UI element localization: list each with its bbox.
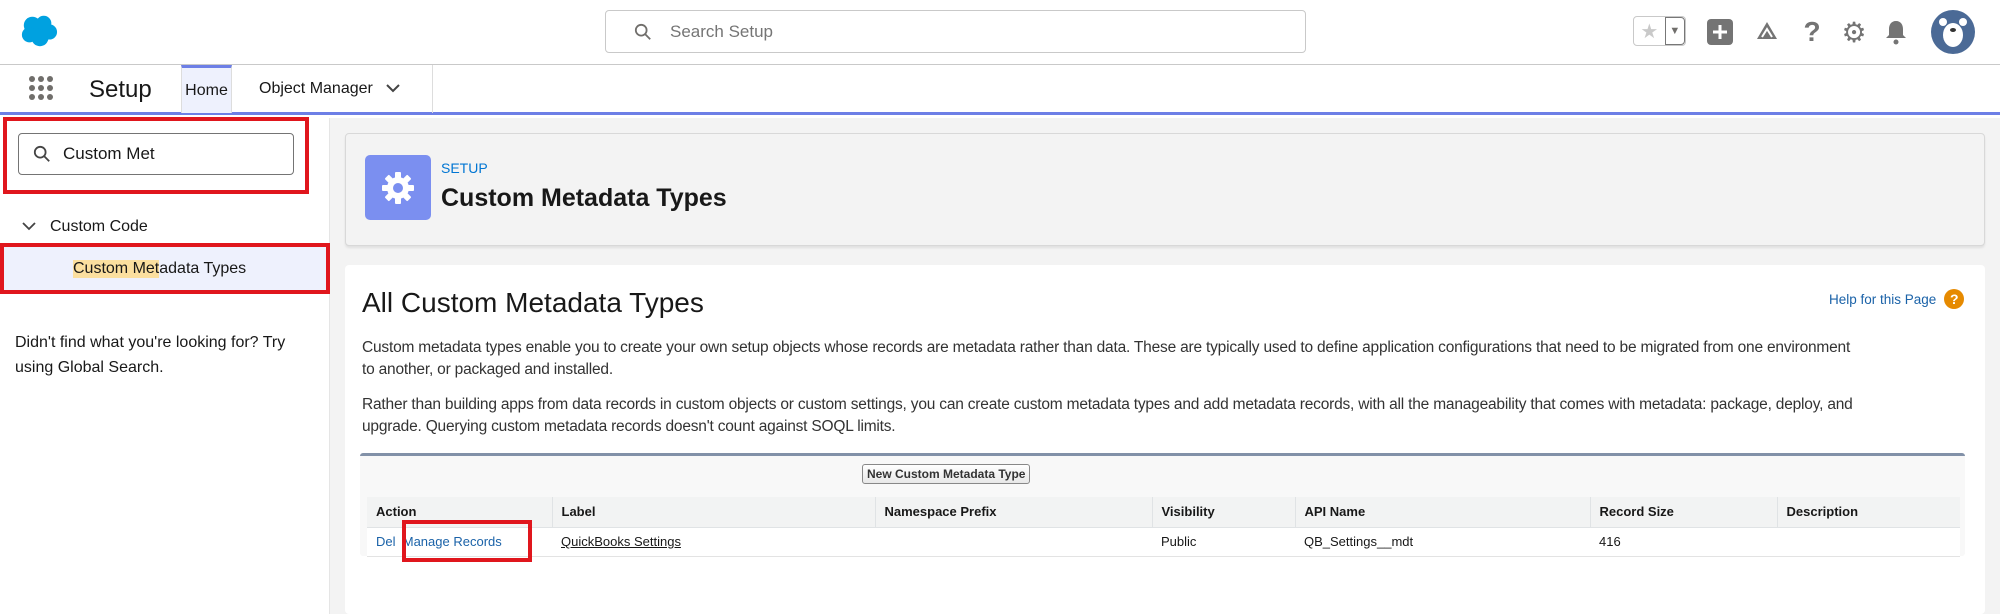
annotation-highlight-box bbox=[3, 117, 309, 194]
global-search-input[interactable] bbox=[670, 21, 1270, 42]
custom-metadata-table: Action Label Namespace Prefix Visibility… bbox=[367, 497, 1960, 557]
new-custom-metadata-type-button[interactable]: New Custom Metadata Type bbox=[862, 464, 1031, 484]
search-icon bbox=[634, 23, 651, 40]
tree-group-custom-code[interactable]: Custom Code bbox=[22, 218, 148, 236]
record-size-cell: 416 bbox=[1590, 527, 1777, 557]
tab-home[interactable]: Home bbox=[181, 65, 232, 113]
not-found-message: Didn't find what you're looking for? Try… bbox=[15, 334, 286, 376]
help-icon[interactable]: ? bbox=[1798, 16, 1826, 47]
tab-object-manager[interactable]: Object Manager bbox=[233, 65, 433, 113]
setup-gear-icon[interactable]: ⚙ bbox=[1840, 17, 1868, 48]
add-icon[interactable] bbox=[1706, 18, 1734, 46]
setup-gear-icon bbox=[365, 155, 431, 220]
column-header[interactable]: Label bbox=[551, 497, 875, 528]
namespace-cell bbox=[875, 527, 1152, 557]
column-header[interactable]: Description bbox=[1776, 497, 1960, 528]
favorites-dropdown-icon[interactable]: ▼ bbox=[1664, 17, 1685, 45]
column-header[interactable]: API Name bbox=[1294, 497, 1590, 528]
user-avatar[interactable] bbox=[1931, 10, 1975, 54]
description-line: Custom metadata types enable you to crea… bbox=[362, 339, 1851, 356]
column-header[interactable]: Namespace Prefix bbox=[874, 497, 1152, 528]
description-line: upgrade. Querying custom metadata record… bbox=[362, 418, 896, 435]
metadata-type-link[interactable]: QuickBooks Settings bbox=[561, 534, 681, 549]
star-icon[interactable]: ★ bbox=[1634, 17, 1665, 45]
app-launcher-icon[interactable] bbox=[29, 76, 53, 100]
global-search[interactable] bbox=[605, 10, 1306, 53]
tab-label: Object Manager bbox=[259, 80, 373, 97]
table-row: Del Manage Records QuickBooks Settings P… bbox=[367, 527, 1960, 557]
tree-group-label: Custom Code bbox=[50, 218, 148, 235]
column-header[interactable]: Visibility bbox=[1151, 497, 1295, 528]
trailhead-icon[interactable] bbox=[1753, 18, 1781, 46]
description-line: Rather than building apps from data reco… bbox=[362, 396, 1853, 413]
page-title: Custom Metadata Types bbox=[441, 184, 727, 212]
chevron-down-icon[interactable] bbox=[385, 80, 401, 98]
page-eyebrow: SETUP bbox=[441, 160, 488, 176]
app-name: Setup bbox=[89, 76, 152, 103]
column-header[interactable]: Record Size bbox=[1589, 497, 1777, 528]
section-title: All Custom Metadata Types bbox=[362, 287, 704, 318]
chevron-down-icon[interactable] bbox=[22, 218, 36, 236]
delete-link[interactable]: Del bbox=[376, 534, 396, 549]
salesforce-logo[interactable] bbox=[20, 12, 58, 50]
annotation-highlight-box bbox=[402, 520, 532, 562]
help-link[interactable]: Help for this Page? bbox=[1829, 289, 1965, 309]
help-icon: ? bbox=[1944, 289, 1965, 309]
label-cell: QuickBooks Settings bbox=[552, 527, 875, 557]
description-line: to another, or packaged and installed. bbox=[362, 361, 613, 378]
annotation-highlight-box bbox=[0, 243, 330, 294]
description-cell bbox=[1777, 527, 1960, 557]
favorites-button[interactable]: ★ ▼ bbox=[1633, 16, 1686, 46]
notification-bell-icon[interactable] bbox=[1882, 18, 1910, 46]
api-name-cell: QB_Settings__mdt bbox=[1295, 527, 1590, 557]
help-link-label: Help for this Page bbox=[1829, 291, 1937, 307]
visibility-cell: Public bbox=[1152, 527, 1295, 557]
